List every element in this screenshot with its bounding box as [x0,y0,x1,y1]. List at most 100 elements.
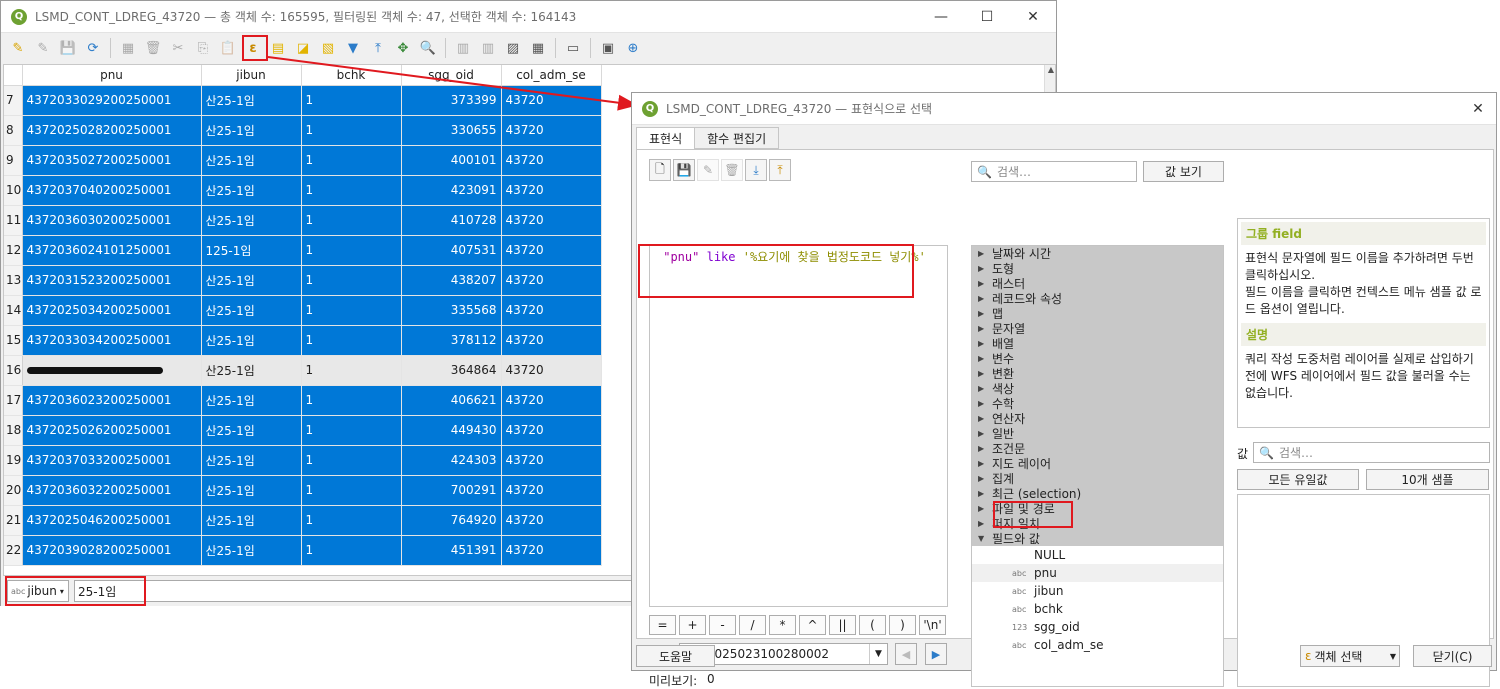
editor-buttons: 🗋 💾 ✎ 🗑 ⤓ ⤒ [649,159,791,181]
select-features-button[interactable]: ε 객체 선택 ▼ [1300,645,1400,667]
close-dialog-button[interactable]: 닫기(C) [1413,645,1492,667]
function-group[interactable]: ▶ 변환 [972,366,1223,381]
search-placeholder: 검색… [996,165,1032,179]
function-group[interactable]: ▶ 문자열 [972,321,1223,336]
help-group-heading: 그룹 field [1241,222,1486,245]
field-name: col_adm_se [1034,638,1104,652]
chevron-right-icon[interactable]: ▶ [978,354,992,363]
chevron-right-icon[interactable]: ▶ [978,414,992,423]
function-group[interactable]: ▶ 색상 [972,381,1223,396]
chevron-right-icon[interactable]: ▶ [978,264,992,273]
field-type-badge: abc [1012,640,1027,650]
values-search-input[interactable]: 🔍 검색… [1253,442,1490,463]
operator-button[interactable]: = [649,615,676,635]
help-button[interactable]: 도움말 [636,645,715,667]
search-placeholder: 검색… [1278,446,1314,460]
expr-titlebar: Q LSMD_CONT_LDREG_43720 — 표현식으로 선택 [632,93,1496,125]
chevron-right-icon[interactable]: ▶ [978,459,992,468]
highlight-expression [638,244,914,298]
operator-button[interactable]: || [829,615,856,635]
help-desc-heading: 설명 [1241,323,1486,346]
function-group-label: 필드와 값 [992,532,1040,546]
operator-button[interactable]: ^ [799,615,826,635]
chevron-right-icon[interactable]: ▶ [978,504,992,513]
ten-samples-button[interactable]: 10개 샘플 [1366,469,1489,490]
dialog-close-button[interactable]: ✕ [1458,93,1498,125]
all-unique-values-button[interactable]: 모든 유일값 [1237,469,1359,490]
chevron-down-icon[interactable]: ▼ [978,534,992,543]
field-item[interactable]: abc pnu [972,564,1223,582]
operator-button[interactable]: * [769,615,796,635]
field-name: sgg_oid [1034,620,1080,634]
field-name: NULL [1034,548,1066,562]
chevron-right-icon[interactable]: ▶ [978,399,992,408]
expr-dialog-title: LSMD_CONT_LDREG_43720 — 표현식으로 선택 [666,102,933,116]
new-file-icon[interactable]: 🗋 [649,159,671,181]
chevron-right-icon[interactable]: ▶ [978,249,992,258]
function-tree: ▶ 날짜와 시간 ▶ 도형 ▶ 래스터 ▶ 레코드와 속성 ▶ 맵 ▶ 문자열 ▶ 배열 ▶ 변수 ▶ 변환 ▶ 색상… [971,245,1224,687]
function-group[interactable]: ▶ 연산자 [972,411,1223,426]
chevron-right-icon[interactable]: ▶ [978,384,992,393]
prev-feature-button[interactable]: ◀ [895,643,917,665]
function-group[interactable]: ▶ 날짜와 시간 [972,246,1223,261]
function-group[interactable]: ▶ 배열 [972,336,1223,351]
chevron-right-icon[interactable]: ▶ [978,324,992,333]
function-group[interactable]: ▶ 맵 [972,306,1223,321]
tab-expression[interactable]: 표현식 [636,127,696,150]
chevron-right-icon[interactable]: ▶ [978,519,992,528]
chevron-right-icon[interactable]: ▶ [978,279,992,288]
chevron-right-icon[interactable]: ▶ [978,339,992,348]
select-features-label: 객체 선택 [1314,649,1363,664]
field-item[interactable]: 123 sgg_oid [972,618,1223,636]
expr-tabs: 표현식 함수 편집기 [636,127,780,150]
values-label: 값 [1237,447,1249,461]
field-name: pnu [1034,566,1057,580]
operator-button[interactable]: '\n' [919,615,946,635]
edit-icon[interactable]: ✎ [697,159,719,181]
help-desc-text: 쿼리 작성 도중처럼 레이어를 실제로 삽입하기 전에 WFS 레이어에서 필드… [1245,352,1474,400]
chevron-right-icon[interactable]: ▶ [978,429,992,438]
operator-button[interactable]: ( [859,615,886,635]
chevron-right-icon[interactable]: ▶ [978,444,992,453]
function-group[interactable]: ▶ 수학 [972,396,1223,411]
chevron-right-icon[interactable]: ▶ [978,369,992,378]
operator-button[interactable]: + [679,615,706,635]
delete-icon[interactable]: 🗑 [721,159,743,181]
function-group[interactable]: ▶ 도형 [972,261,1223,276]
chevron-right-icon[interactable]: ▶ [978,309,992,318]
operator-button[interactable]: ) [889,615,916,635]
select-by-expression-icon: ε [1305,649,1312,663]
function-search-input[interactable]: 🔍 검색… [971,161,1137,182]
field-item[interactable]: abc jibun [972,582,1223,600]
function-group[interactable]: ▼ 필드와 값 [972,531,1223,546]
operator-button[interactable]: - [709,615,736,635]
field-list: NULL abc pnu abc jibun abc bchk 123 sgg_oid abc co… [972,546,1223,654]
next-feature-button[interactable]: ▶ [925,643,947,665]
function-group[interactable]: ▶ 조건문 [972,441,1223,456]
show-values-button[interactable]: 값 보기 [1143,161,1224,182]
field-item[interactable]: abc bchk [972,600,1223,618]
import-icon[interactable]: ⤓ [745,159,767,181]
function-group[interactable]: ▶ 래스터 [972,276,1223,291]
expression-editor[interactable]: "pnu" like '%요기에 찾을 법정도코드 넣기%' [649,245,948,607]
function-group[interactable]: ▶ 집계 [972,471,1223,486]
function-group[interactable]: ▶ 변수 [972,351,1223,366]
chevron-right-icon[interactable]: ▶ [978,474,992,483]
function-group[interactable]: ▶ 일반 [972,426,1223,441]
chevron-down-icon: ▼ [869,644,887,664]
operator-button[interactable]: / [739,615,766,635]
field-item[interactable]: abc col_adm_se [972,636,1223,654]
tab-function-editor[interactable]: 함수 편집기 [694,127,780,149]
field-item[interactable]: NULL [972,546,1223,564]
function-group[interactable]: ▶ 지도 레이어 [972,456,1223,471]
function-group[interactable]: ▶ 레코드와 속성 [972,291,1223,306]
field-type-badge: abc [1012,604,1027,614]
preview-label: 미리보기: [649,674,698,688]
function-group[interactable]: ▶ 최근 (selection) [972,486,1223,501]
highlight-pnu-field [993,501,1073,528]
chevron-right-icon[interactable]: ▶ [978,294,992,303]
chevron-right-icon[interactable]: ▶ [978,489,992,498]
save-icon[interactable]: 💾 [673,159,695,181]
export-icon[interactable]: ⤒ [769,159,791,181]
help-panel: 그룹 field 표현식 문자열에 필드 이름을 추가하려면 두번 클릭하십시오… [1237,218,1490,428]
